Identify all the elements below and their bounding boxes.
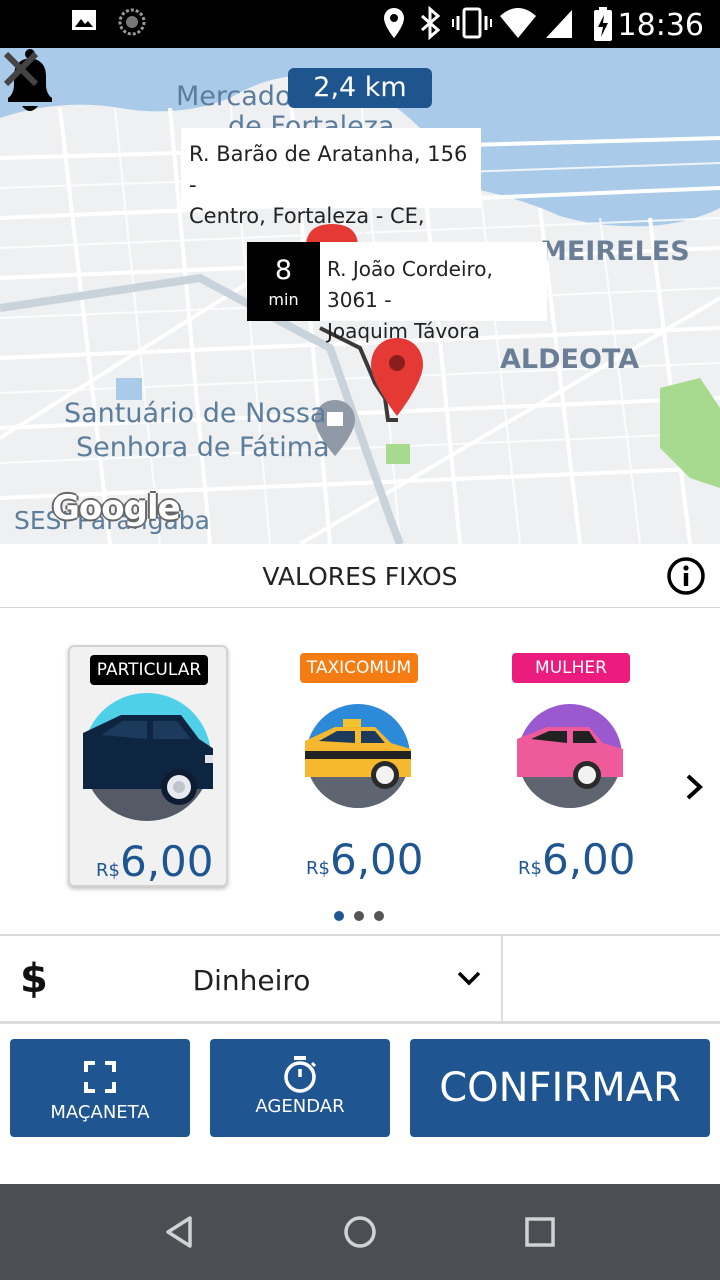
confirm-button[interactable]: CONFIRMAR [410, 1039, 710, 1137]
origin-address-box: R. Barão de Aratanha, 156 - Centro, Fort… [181, 128, 481, 228]
system-navigation-bar [0, 1184, 720, 1280]
price-currency: R$ [306, 858, 330, 879]
confirm-label: CONFIRMAR [439, 1065, 681, 1111]
map-view[interactable]: Mercado de Fortaleza MEIRELES ALDEOTA Sa… [0, 48, 720, 544]
macaneta-button[interactable]: MAÇANETA [10, 1039, 190, 1137]
car-price-mulher: R$6,00 [518, 835, 635, 884]
eta-badge: 8 min [247, 242, 320, 321]
pink-car-icon [517, 704, 623, 808]
google-watermark: Google [52, 488, 181, 528]
distance-badge: 2,4 km [288, 68, 432, 108]
bluetooth-icon [421, 6, 441, 40]
macaneta-label: MAÇANETA [50, 1102, 150, 1123]
eta-value: 8 [274, 255, 293, 286]
agendar-button[interactable]: AGENDAR [210, 1039, 390, 1137]
sync-icon [118, 8, 146, 36]
pagination-dot-3[interactable] [374, 911, 384, 921]
map-label-santuario-line2: Senhora de Fátima [76, 432, 330, 463]
car-tag-particular: PARTICULAR [90, 655, 208, 685]
car-price-taxicomum: R$6,00 [306, 835, 423, 884]
home-icon[interactable] [340, 1212, 380, 1252]
image-icon [72, 10, 96, 30]
map-label-mercado: Mercado [176, 81, 292, 112]
payment-method-select[interactable]: $ Dinheiro [0, 936, 503, 1022]
payment-method-label: Dinheiro [192, 964, 311, 997]
map-label-meireles: MEIRELES [540, 236, 690, 267]
vibrate-icon [452, 7, 492, 39]
map-label-santuario-line1: Santuário de Nossa [64, 398, 327, 429]
chevron-down-icon[interactable] [456, 970, 482, 988]
destination-address-line1: R. João Cordeiro, 3061 - [327, 257, 493, 312]
signal-icon [546, 10, 572, 38]
eta-unit: min [268, 290, 299, 309]
clock: 18:36 [617, 8, 704, 43]
origin-address-line1: R. Barão de Aratanha, 156 - [189, 142, 468, 197]
taxi-car-icon [305, 704, 411, 808]
payment-method-row: $ Dinheiro [0, 934, 720, 1024]
price-value: 6,00 [329, 835, 424, 884]
car-tag-mulher: MULHER [512, 653, 630, 683]
car-tag-taxicomum: TAXICOMUM [300, 653, 418, 683]
pagination-dot-2[interactable] [354, 911, 364, 921]
fixed-prices-header: VALORES FIXOS [0, 544, 720, 608]
car-price-particular: R$6,00 [96, 837, 213, 886]
agendar-label: AGENDAR [255, 1096, 345, 1117]
car-option-taxicomum[interactable]: TAXICOMUM R$6,00 [280, 645, 440, 887]
chevron-right-icon[interactable] [682, 772, 706, 802]
map-label-aldeota: ALDEOTA [500, 344, 640, 375]
price-currency: R$ [518, 858, 542, 879]
back-icon[interactable] [160, 1212, 200, 1252]
origin-address-line2: Centro, Fortaleza - CE, [189, 204, 425, 228]
carousel-pagination[interactable] [334, 908, 394, 926]
recents-icon[interactable] [520, 1212, 560, 1252]
info-icon[interactable] [666, 556, 706, 596]
car-option-particular[interactable]: PARTICULAR R$6,00 [68, 645, 228, 887]
app-screen: 18:36 Mercado de Fortaleza MEIRELES ALDE… [0, 0, 720, 1280]
price-value: 6,00 [119, 837, 214, 886]
battery-icon [594, 7, 612, 41]
location-icon [384, 8, 404, 38]
wifi-icon [500, 8, 536, 38]
close-icon[interactable] [0, 48, 42, 90]
price-value: 6,00 [541, 835, 636, 884]
pagination-dot-1[interactable] [334, 911, 344, 921]
destination-eta-box: 8 min R. João Cordeiro, 3061 - Joaquim T… [247, 242, 547, 343]
destination-address: R. João Cordeiro, 3061 - Joaquim Távora [327, 254, 547, 347]
price-currency: R$ [96, 860, 120, 881]
car-option-mulher[interactable]: MULHER R$6,00 [492, 645, 652, 887]
timer-icon [284, 1056, 317, 1093]
car-category-carousel: PARTICULAR R$6,00 TAXICOMUM R$6,00 MULHE… [0, 609, 720, 934]
status-bar: 18:36 [0, 0, 720, 48]
destination-address-line2: Joaquim Távora [327, 319, 480, 343]
section-title: VALORES FIXOS [262, 562, 458, 591]
dark-car-icon [83, 693, 213, 821]
fullscreen-icon [84, 1061, 116, 1093]
